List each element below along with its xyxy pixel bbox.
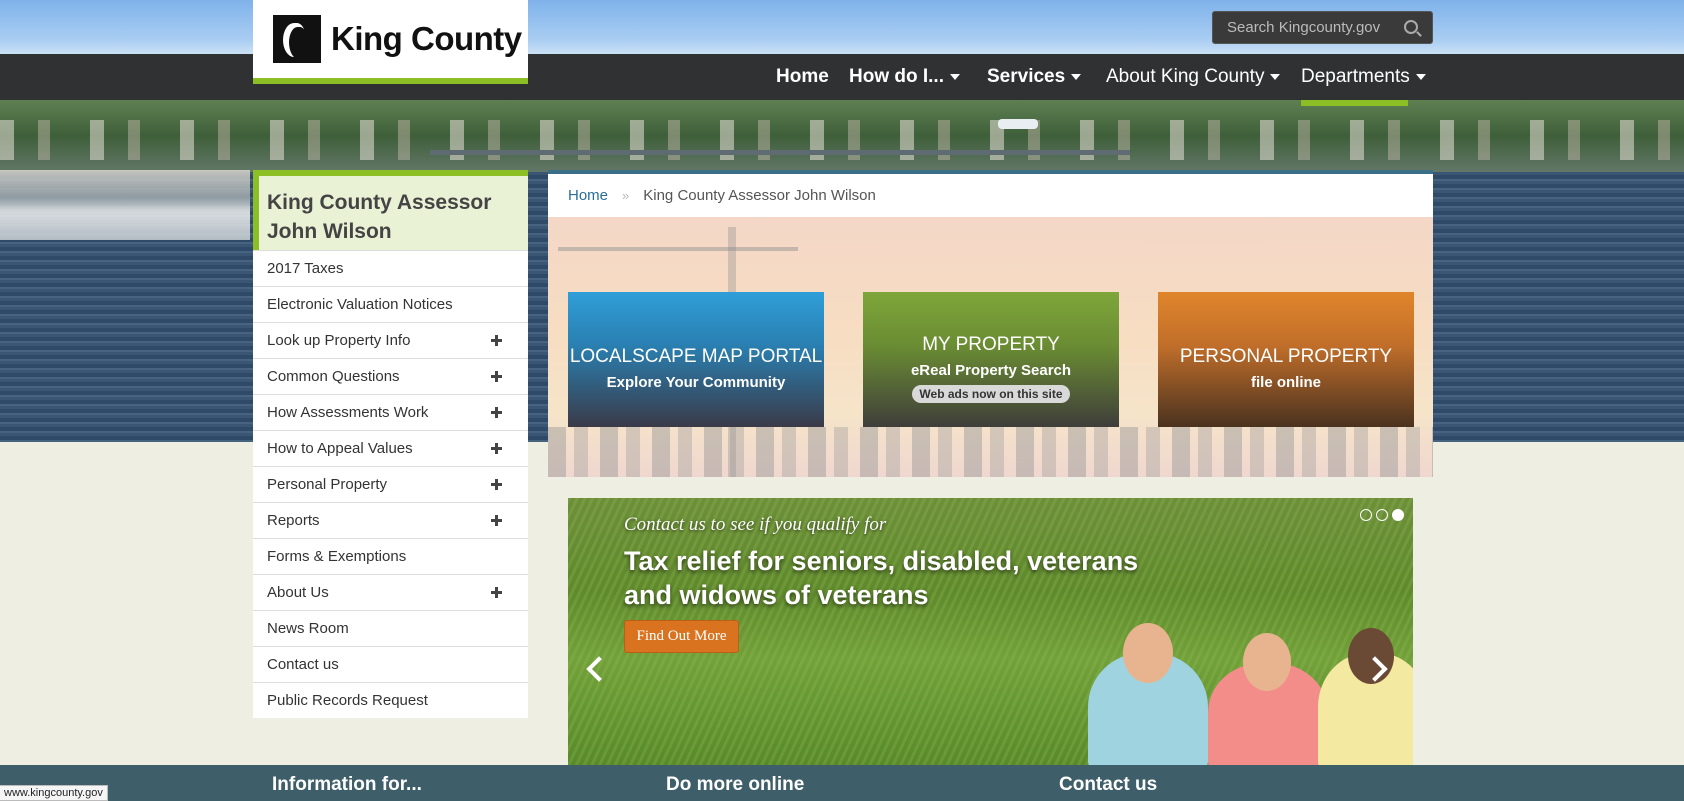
banner-intro-text: Contact us to see if you qualify for [624, 514, 887, 535]
banner-headline: Tax relief for seniors, disabled, vetera… [624, 546, 1139, 610]
sidebar-menu: 2017 Taxes Electronic Valuation Notices … [253, 250, 528, 718]
sidebar-item-label: About Us [267, 584, 329, 601]
nav-how-do-i-label: How do I... [849, 66, 944, 87]
caret-down-icon [1270, 74, 1281, 80]
breadcrumb-separator: » [622, 188, 630, 203]
sidebar-item-label: Personal Property [267, 476, 388, 493]
tile-subtitle: eReal Property Search [910, 362, 1072, 379]
tile-title: PERSONAL PROPERTY [1179, 346, 1393, 367]
caret-down-icon [950, 74, 960, 80]
expand-plus-icon[interactable] [491, 443, 502, 454]
sidebar-item-contact-us[interactable]: Contact us [253, 646, 528, 682]
personal-property-tile[interactable]: PERSONAL PROPERTY file online [1158, 292, 1414, 427]
nav-active-indicator [1301, 100, 1408, 106]
tile-subtitle: file online [1250, 374, 1321, 391]
nav-departments[interactable]: Departments [1301, 54, 1426, 100]
expand-plus-icon[interactable] [491, 587, 502, 598]
carousel-dot[interactable] [1360, 509, 1372, 521]
main-content: Home » King County Assessor John Wilson … [548, 170, 1433, 766]
expand-plus-icon[interactable] [491, 479, 502, 490]
sidebar-item-label: News Room [267, 620, 349, 637]
site-search [1212, 11, 1433, 44]
sidebar-item-label: Look up Property Info [267, 332, 411, 349]
expand-plus-icon[interactable] [491, 335, 502, 346]
sidebar-item-look-up-property-info[interactable]: Look up Property Info [253, 322, 528, 358]
crane-decoration [558, 247, 798, 251]
nav-departments-label: Departments [1301, 66, 1410, 87]
nav-home[interactable]: Home [776, 54, 829, 100]
site-footer [0, 765, 1684, 801]
sidebar-item-electronic-valuation-notices[interactable]: Electronic Valuation Notices [253, 286, 528, 322]
nav-about-label: About King County [1106, 66, 1265, 87]
footer-heading-do-more-online: Do more online [666, 774, 805, 795]
sidebar-item-label: Public Records Request [267, 692, 428, 709]
breadcrumb-home-link[interactable]: Home [568, 187, 608, 204]
nav-home-label: Home [776, 66, 829, 87]
person-head [1123, 623, 1173, 683]
king-county-logo-icon [273, 15, 321, 63]
expand-plus-icon[interactable] [491, 515, 502, 526]
logo-text: King County [331, 20, 522, 57]
nav-services[interactable]: Services [987, 54, 1082, 100]
sidebar-item-news-room[interactable]: News Room [253, 610, 528, 646]
sidebar-item-label: Electronic Valuation Notices [267, 296, 453, 313]
sidebar-title[interactable]: King County Assessor John Wilson [253, 170, 528, 250]
search-input[interactable] [1227, 19, 1397, 36]
find-out-more-button[interactable]: Find Out More [624, 620, 739, 653]
sidebar-item-forms-exemptions[interactable]: Forms & Exemptions [253, 538, 528, 574]
tile-title: LOCALSCAPE MAP PORTAL [569, 346, 823, 367]
sidebar-item-label: How Assessments Work [267, 404, 429, 421]
my-property-tile[interactable]: MY PROPERTY eReal Property Search Web ad… [863, 292, 1119, 427]
caret-down-icon [1415, 74, 1426, 80]
search-icon[interactable] [1404, 20, 1418, 34]
sidebar-item-common-questions[interactable]: Common Questions [253, 358, 528, 394]
footer-heading-information-for: Information for... [272, 774, 422, 795]
sidebar-item-label: 2017 Taxes [267, 260, 344, 277]
city-skyline-decoration [548, 427, 1433, 477]
tile-title: MY PROPERTY [922, 334, 1060, 355]
sidebar-item-label: Contact us [267, 656, 339, 673]
seaplane [998, 119, 1038, 129]
bridge [430, 150, 1130, 155]
sidebar-item-reports[interactable]: Reports [253, 502, 528, 538]
sidebar-item-how-assessments-work[interactable]: How Assessments Work [253, 394, 528, 430]
caret-down-icon [1071, 74, 1082, 80]
sidebar-item-label: How to Appeal Values [267, 440, 413, 457]
site-logo[interactable]: King County [253, 0, 528, 84]
carousel-pager [1360, 509, 1404, 521]
expand-plus-icon[interactable] [491, 407, 502, 418]
nav-how-do-i[interactable]: How do I... [849, 54, 960, 100]
sidebar-item-personal-property[interactable]: Personal Property [253, 466, 528, 502]
sidebar-item-2017-taxes[interactable]: 2017 Taxes [253, 250, 528, 286]
tax-relief-carousel: Contact us to see if you qualify for Tax… [568, 498, 1413, 766]
carousel-dot[interactable] [1376, 509, 1388, 521]
breadcrumb: Home » King County Assessor John Wilson [548, 170, 1433, 217]
footer-heading-contact-us: Contact us [1059, 774, 1158, 795]
browser-status-url: www.kingcounty.gov [0, 785, 108, 801]
sidebar-item-label: Reports [267, 512, 320, 529]
expand-plus-icon[interactable] [491, 371, 502, 382]
section-sidebar: King County Assessor John Wilson 2017 Ta… [253, 170, 528, 718]
sidebar-item-public-records-request[interactable]: Public Records Request [253, 682, 528, 718]
marina-boats [0, 170, 250, 240]
nav-services-label: Services [987, 66, 1066, 87]
sidebar-item-label: Common Questions [267, 368, 400, 385]
nav-about-king-county[interactable]: About King County [1106, 54, 1281, 100]
person-head [1243, 633, 1291, 691]
sidebar-item-label: Forms & Exemptions [267, 548, 407, 565]
carousel-dot-active[interactable] [1392, 509, 1404, 521]
sidebar-item-about-us[interactable]: About Us [253, 574, 528, 610]
breadcrumb-current: King County Assessor John Wilson [643, 187, 876, 204]
localscape-map-portal-tile[interactable]: LOCALSCAPE MAP PORTAL Explore Your Commu… [568, 292, 824, 427]
web-ads-badge[interactable]: Web ads now on this site [912, 385, 1070, 403]
sidebar-item-how-to-appeal-values[interactable]: How to Appeal Values [253, 430, 528, 466]
quick-links-panel: LOCALSCAPE MAP PORTAL Explore Your Commu… [548, 217, 1433, 477]
tile-subtitle: Explore Your Community [606, 374, 786, 391]
